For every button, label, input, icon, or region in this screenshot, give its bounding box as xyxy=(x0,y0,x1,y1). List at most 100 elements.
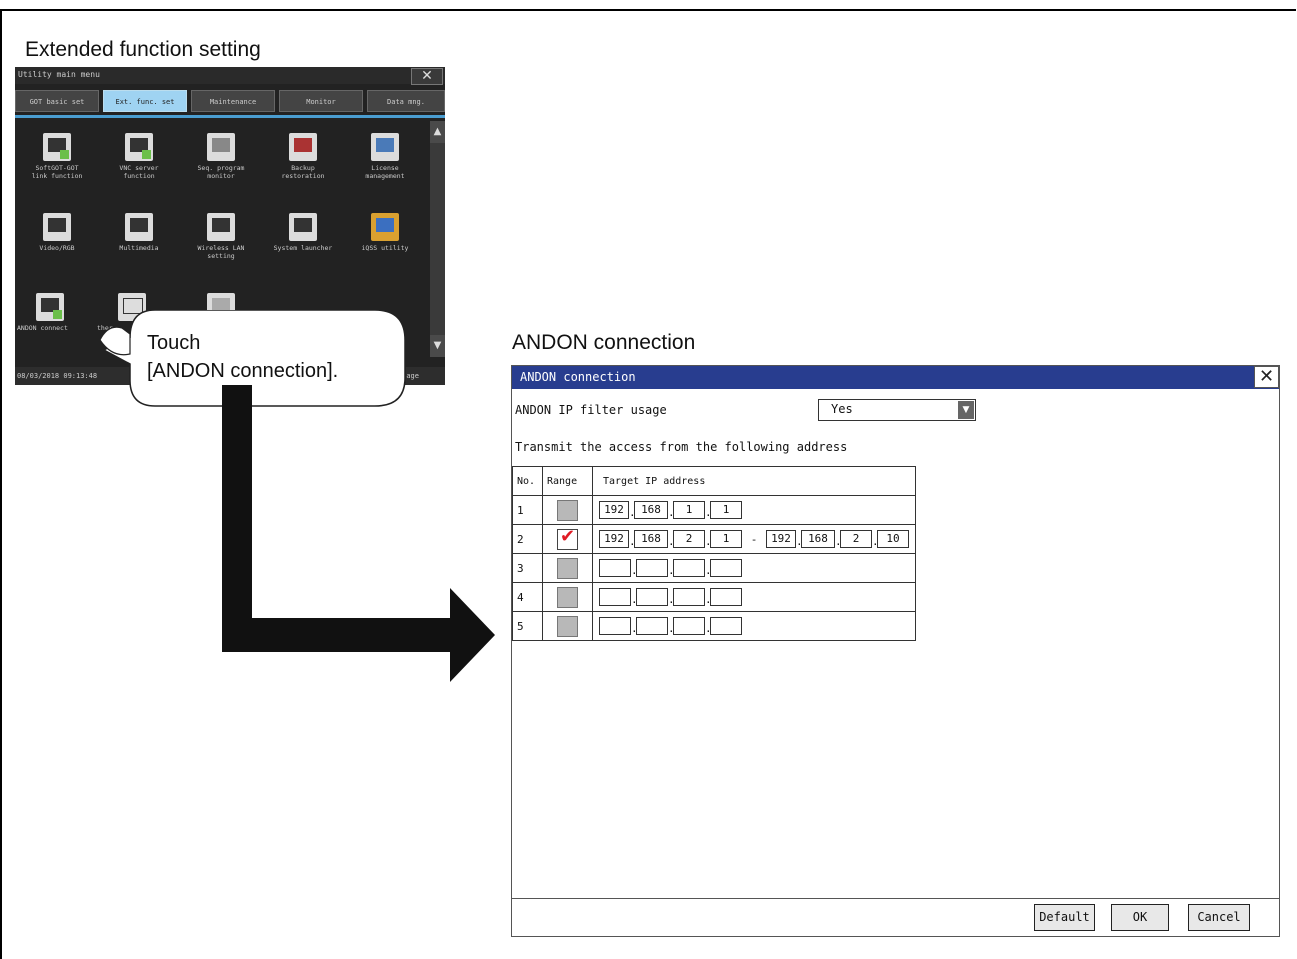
ip-octet-input[interactable]: 192 xyxy=(599,530,629,548)
range-checkbox[interactable] xyxy=(557,499,578,521)
range-checkbox-checked[interactable] xyxy=(557,526,578,550)
menu-item-seq-program-monitor[interactable]: Seq. program monitor xyxy=(179,133,263,180)
ip-address-table: No. Range Target IP address 1 192. 168. 1.… xyxy=(512,466,916,641)
ip-filter-usage-value: Yes xyxy=(831,402,853,416)
table-row: 3 ... xyxy=(512,553,916,583)
tab-ext-func-set[interactable]: Ext. func. set xyxy=(103,90,187,112)
ip-octet-input[interactable] xyxy=(710,588,742,606)
ok-button[interactable]: OK xyxy=(1111,904,1169,931)
utility-tabs: GOT basic set Ext. func. set Maintenance… xyxy=(15,90,445,114)
ip-octet-input[interactable]: 1 xyxy=(710,530,742,548)
row-no: 5 xyxy=(512,611,543,641)
ip-octet-input[interactable] xyxy=(673,559,705,577)
menu-item-license-management[interactable]: License management xyxy=(343,133,427,180)
tab-separator xyxy=(15,115,445,118)
table-row: 1 192. 168. 1. 1 xyxy=(512,495,916,525)
tab-maintenance[interactable]: Maintenance xyxy=(191,90,275,112)
menu-item-system-launcher[interactable]: System launcher xyxy=(261,213,345,252)
network-screen-icon xyxy=(43,133,71,161)
ip-octet-input[interactable] xyxy=(599,588,631,606)
table-header-row: No. Range Target IP address xyxy=(512,466,916,496)
ip-octet-input[interactable] xyxy=(599,559,631,577)
menu-item-video-rgb[interactable]: Video/RGB xyxy=(15,213,99,252)
ip-octet-input[interactable]: 168 xyxy=(634,530,668,548)
multimedia-icon xyxy=(125,213,153,241)
tab-monitor[interactable]: Monitor xyxy=(279,90,363,112)
ip-octet-input[interactable] xyxy=(636,559,668,577)
ip-octet-input[interactable]: 192 xyxy=(599,501,629,519)
tab-got-basic-set[interactable]: GOT basic set xyxy=(15,90,99,112)
row-no: 3 xyxy=(512,553,543,583)
caption-extended-function-setting: Extended function setting xyxy=(25,38,261,61)
ip-octet-input[interactable]: 2 xyxy=(840,530,872,548)
footer-divider xyxy=(512,898,1279,899)
ip-octet-input[interactable] xyxy=(636,617,668,635)
menu-item-multimedia[interactable]: Multimedia xyxy=(97,213,181,252)
ip-octet-input[interactable] xyxy=(710,617,742,635)
menu-item-label: Seq. program monitor xyxy=(197,164,245,180)
menu-item-vnc-server[interactable]: VNC server function xyxy=(97,133,181,180)
ip-octet-input[interactable]: 168 xyxy=(801,530,835,548)
menu-item-label: ANDON connect xyxy=(17,324,68,332)
callout-line-2: [ANDON connection]. xyxy=(147,360,339,382)
row-no: 4 xyxy=(512,582,543,612)
ladder-monitor-icon xyxy=(207,133,235,161)
andon-connection-window: ANDON connection ✕ ANDON IP filter usage… xyxy=(511,365,1280,937)
status-time: 08/03/2018 09:13:48 xyxy=(17,372,98,380)
menu-item-softgot-got-link[interactable]: SoftGOT-GOT link function xyxy=(15,133,99,180)
system-launcher-icon xyxy=(289,213,317,241)
ip-octet-input[interactable]: 192 xyxy=(766,530,796,548)
utility-title: Utility main menu xyxy=(18,70,100,79)
table-row: 5 ... xyxy=(512,611,916,641)
backup-icon xyxy=(289,133,317,161)
menu-item-iqss-utility[interactable]: iQSS utility xyxy=(343,213,427,252)
ip-octet-input[interactable]: 10 xyxy=(877,530,909,548)
scroll-up-icon[interactable]: ▲ xyxy=(430,121,445,143)
license-icon xyxy=(371,133,399,161)
andon-close-button[interactable]: ✕ xyxy=(1254,366,1279,388)
menu-item-label: Wireless LAN setting xyxy=(197,244,245,260)
menu-item-label: SoftGOT-GOT link function xyxy=(31,164,83,180)
menu-item-label: License management xyxy=(365,164,405,180)
menu-item-label: Multimedia xyxy=(119,244,159,252)
menu-item-wireless-lan-setting[interactable]: Wireless LAN setting xyxy=(179,213,263,260)
ip-octet-input[interactable]: 1 xyxy=(710,501,742,519)
col-header-no: No. xyxy=(512,466,543,496)
tab-data-mng[interactable]: Data mng. xyxy=(367,90,445,112)
vnc-screen-icon xyxy=(125,133,153,161)
ip-octet-input[interactable]: 1 xyxy=(673,501,705,519)
menu-item-andon-connection[interactable]: ANDON connect xyxy=(15,293,85,332)
range-checkbox[interactable] xyxy=(557,586,578,608)
utility-scrollbar[interactable]: ▲ ▼ xyxy=(430,121,445,357)
row-no: 1 xyxy=(512,495,543,525)
ip-octet-input[interactable] xyxy=(710,559,742,577)
utility-title-bar: Utility main menu ✕ xyxy=(15,67,445,85)
ip-octet-input[interactable] xyxy=(673,588,705,606)
ip-octet-input[interactable] xyxy=(599,617,631,635)
ip-filter-usage-select[interactable]: Yes ▼ xyxy=(818,399,976,421)
dropdown-arrow-icon[interactable]: ▼ xyxy=(958,401,974,419)
default-button[interactable]: Default xyxy=(1034,904,1095,931)
col-header-range: Range xyxy=(542,466,593,496)
menu-item-backup-restoration[interactable]: Backup restoration xyxy=(261,133,345,180)
cancel-button[interactable]: Cancel xyxy=(1188,904,1250,931)
ip-filter-usage-label: ANDON IP filter usage xyxy=(515,403,667,417)
menu-item-label: Video/RGB xyxy=(39,244,75,252)
andon-window-title: ANDON connection xyxy=(520,370,636,384)
caption-andon-connection: ANDON connection xyxy=(512,331,696,354)
table-row: 2 192.168.2.1-192.168.2.10 xyxy=(512,524,916,554)
col-header-target-ip: Target IP address xyxy=(592,466,916,496)
utility-close-button[interactable]: ✕ xyxy=(411,68,443,85)
menu-item-label: System launcher xyxy=(273,244,333,252)
menu-item-label: iQSS utility xyxy=(361,244,409,252)
andon-title-bar: ANDON connection ✕ xyxy=(512,366,1279,389)
scroll-down-icon[interactable]: ▼ xyxy=(430,335,445,357)
callout-line-1: Touch xyxy=(147,332,201,354)
ip-octet-input[interactable] xyxy=(636,588,668,606)
row-no: 2 xyxy=(512,524,543,554)
range-checkbox[interactable] xyxy=(557,615,578,637)
ip-octet-input[interactable]: 2 xyxy=(673,530,705,548)
ip-octet-input[interactable] xyxy=(673,617,705,635)
range-checkbox[interactable] xyxy=(557,557,578,579)
ip-octet-input[interactable]: 168 xyxy=(634,501,668,519)
